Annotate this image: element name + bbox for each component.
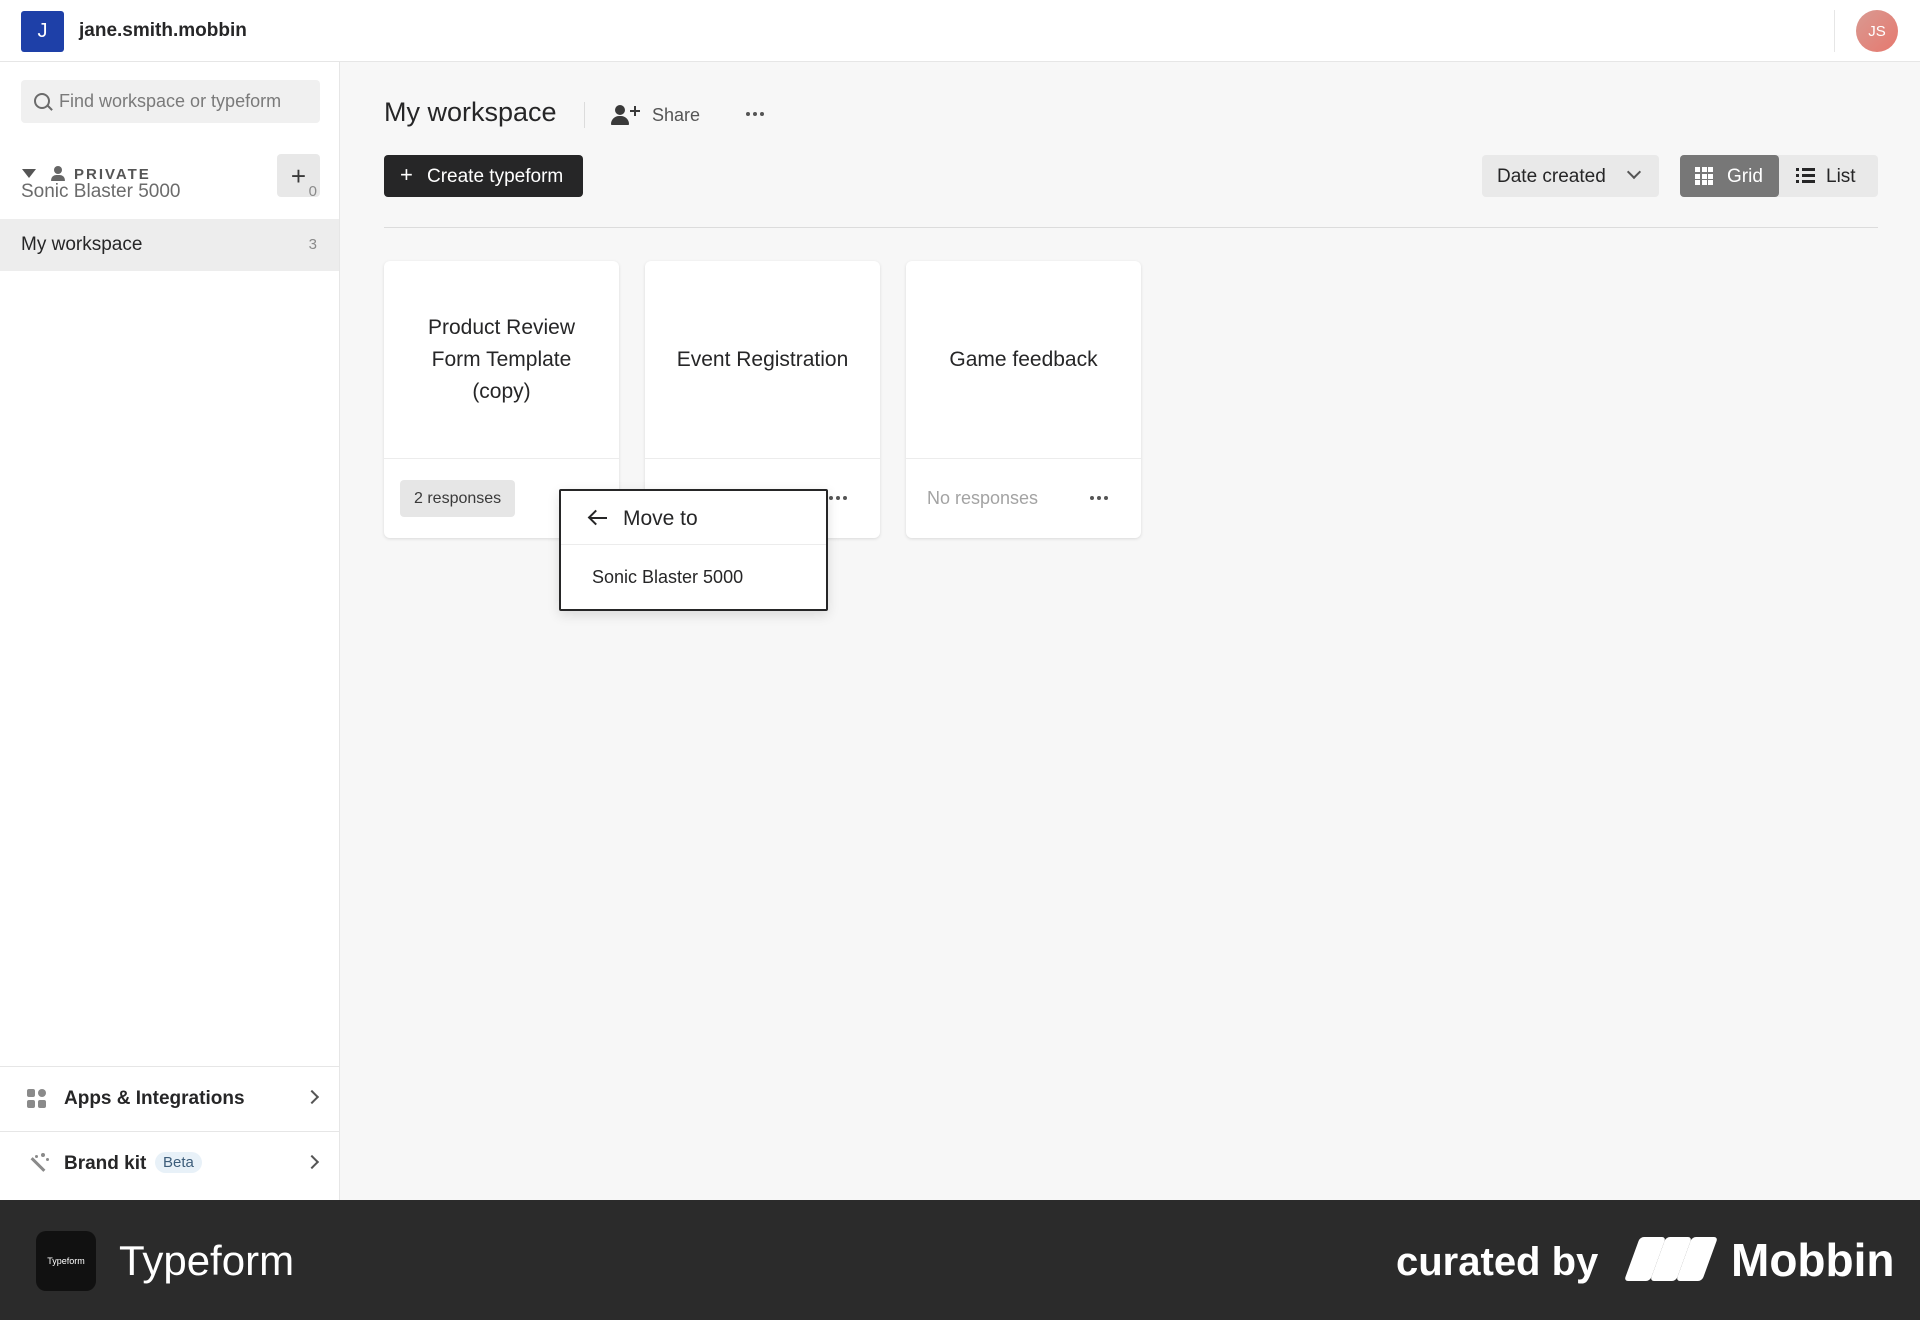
- card-footer: No responses: [906, 458, 1141, 538]
- view-toggle: Grid List: [1680, 155, 1878, 197]
- user-avatar[interactable]: JS: [1856, 10, 1898, 52]
- move-to-menu: Move to Sonic Blaster 5000: [559, 489, 828, 611]
- search-box[interactable]: [21, 80, 320, 123]
- typeform-logo: Typeform: [36, 1231, 96, 1291]
- card-more-button[interactable]: [1084, 483, 1114, 513]
- grid-label: Grid: [1727, 166, 1763, 187]
- responses-badge[interactable]: 2 responses: [400, 480, 516, 517]
- org-logo[interactable]: J: [21, 11, 64, 52]
- top-bar: J jane.smith.mobbin JS: [0, 0, 1920, 62]
- grid-view-button[interactable]: Grid: [1680, 155, 1779, 197]
- add-person-icon: [611, 105, 641, 125]
- footer-banner: Typeform Typeform curated by Mobbin: [0, 1200, 1920, 1320]
- plus-icon: +: [400, 162, 413, 187]
- apps-icon: [27, 1089, 47, 1109]
- form-title: Product Review Form Template (copy): [427, 315, 576, 403]
- workspace-count: 0: [308, 183, 317, 200]
- create-typeform-button[interactable]: + Create typeform: [384, 155, 583, 197]
- form-title: Game feedback: [949, 347, 1098, 371]
- mobbin-wordmark: Mobbin: [1731, 1234, 1895, 1286]
- search-icon: [34, 93, 50, 109]
- apps-label: Apps & Integrations: [64, 1088, 245, 1109]
- list-icon: [1796, 168, 1815, 184]
- divider: [384, 227, 1878, 228]
- footer-brand: Typeform: [119, 1237, 295, 1284]
- curated-by-label: curated by: [1396, 1240, 1599, 1284]
- sidebar-item-my-workspace[interactable]: My workspace 3: [0, 219, 339, 271]
- sort-dropdown[interactable]: Date created: [1482, 155, 1659, 197]
- more-icon: [1084, 483, 1114, 513]
- form-card[interactable]: Game feedback No responses: [906, 261, 1141, 538]
- beta-badge: Beta: [155, 1152, 202, 1173]
- org-name[interactable]: jane.smith.mobbin: [79, 20, 247, 42]
- brand-kit-label: Brand kit: [64, 1153, 147, 1174]
- divider: [584, 102, 585, 128]
- create-label: Create typeform: [427, 166, 564, 187]
- mobbin-logo-icon: [1623, 1237, 1719, 1281]
- move-to-label: Move to: [623, 507, 698, 530]
- workspace-more-button[interactable]: [740, 98, 770, 130]
- workspace-name: Sonic Blaster 5000: [21, 181, 181, 202]
- list-label: List: [1826, 166, 1856, 187]
- workspace-count: 3: [308, 236, 317, 253]
- sidebar: PRIVATE + Sonic Blaster 5000 0 My worksp…: [0, 62, 340, 1200]
- page-title: My workspace: [384, 97, 557, 127]
- chevron-right-icon: [304, 1089, 320, 1105]
- share-label: Share: [652, 105, 701, 125]
- move-to-back-button[interactable]: Move to: [561, 491, 826, 545]
- arrow-left-icon: [590, 517, 607, 519]
- chevron-down-icon: [1626, 164, 1642, 180]
- sort-label: Date created: [1497, 166, 1606, 187]
- workspace-name: My workspace: [21, 234, 143, 255]
- magic-wand-icon: [27, 1153, 49, 1175]
- main-content: My workspace Share + Create typeform Dat…: [341, 62, 1920, 1200]
- more-icon: [740, 98, 770, 130]
- chevron-right-icon: [304, 1154, 320, 1170]
- sidebar-item-sonic-blaster[interactable]: Sonic Blaster 5000 0: [0, 166, 339, 218]
- responses-text: No responses: [927, 488, 1039, 508]
- divider: [1834, 10, 1835, 52]
- list-view-button[interactable]: List: [1779, 155, 1878, 197]
- grid-icon: [1695, 167, 1713, 185]
- brand-kit-link[interactable]: Brand kit Beta: [0, 1131, 339, 1195]
- move-option-sonic-blaster[interactable]: Sonic Blaster 5000: [561, 546, 826, 609]
- form-title: Event Registration: [676, 347, 849, 371]
- search-input[interactable]: [59, 80, 314, 123]
- apps-integrations-link[interactable]: Apps & Integrations: [0, 1066, 339, 1130]
- move-option-label: Sonic Blaster 5000: [592, 567, 744, 587]
